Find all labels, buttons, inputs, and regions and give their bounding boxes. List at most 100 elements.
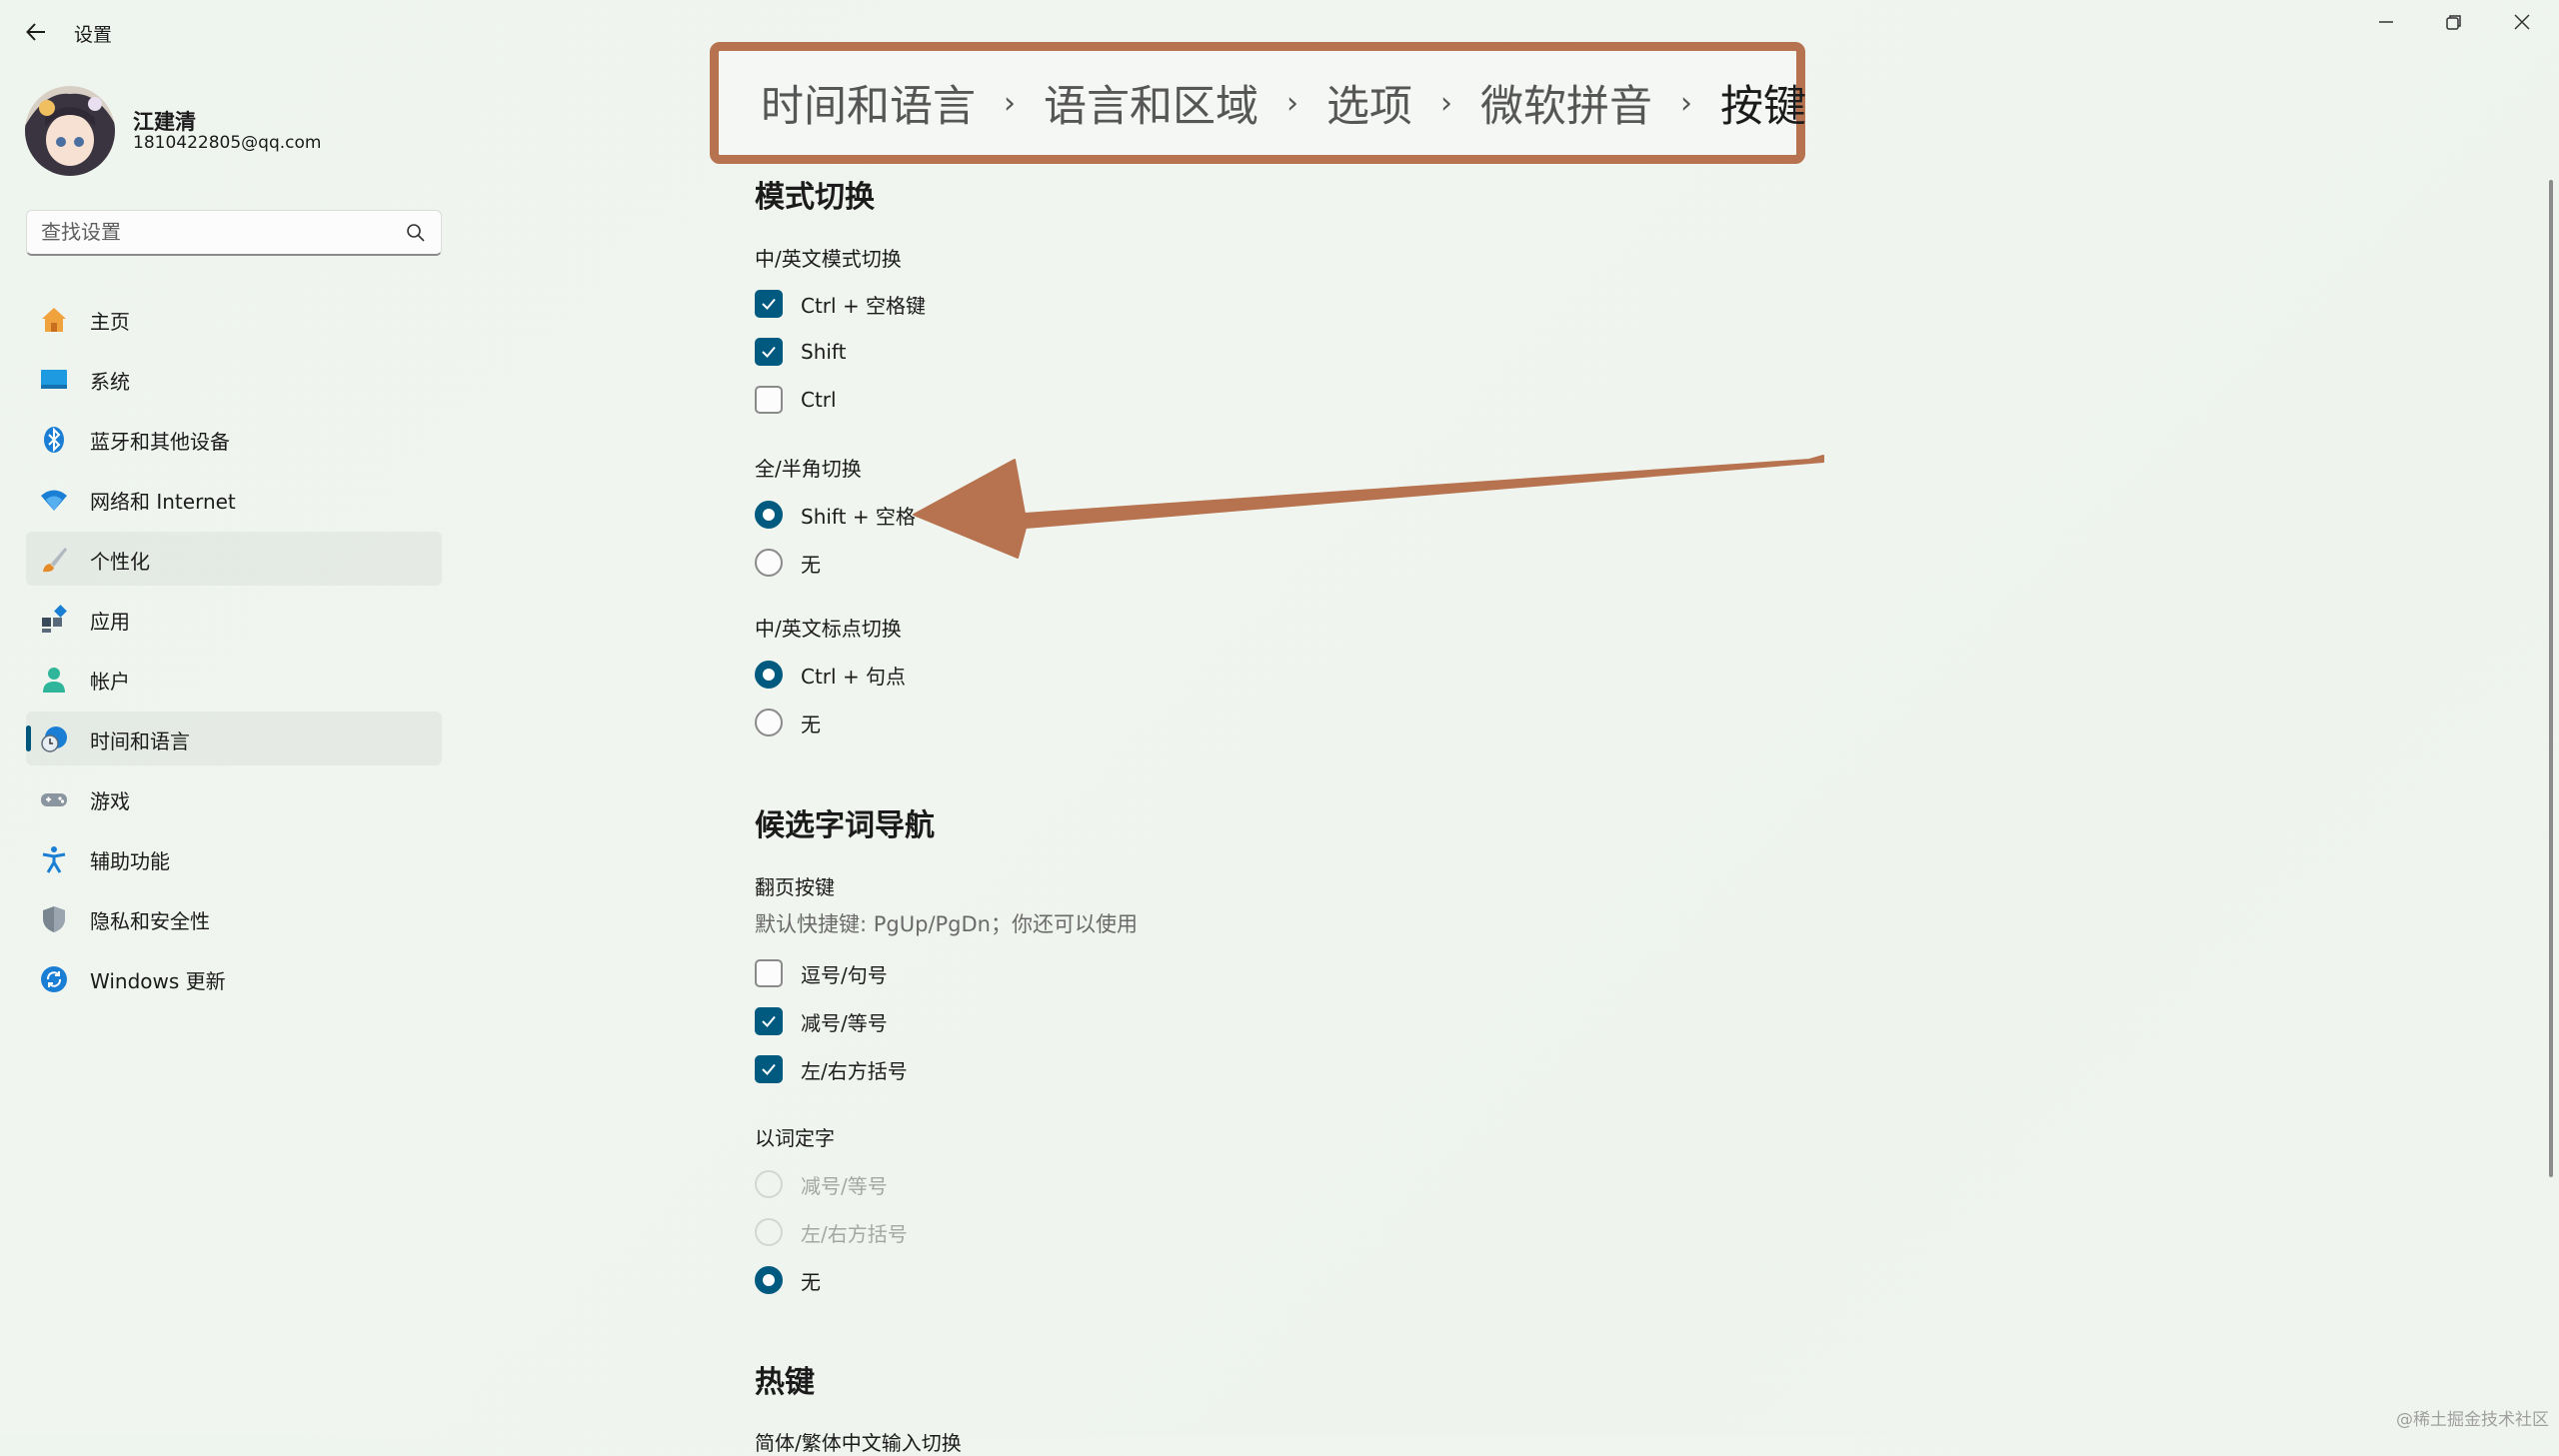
system-icon [38, 364, 70, 396]
sidebar-item-label: 系统 [90, 370, 130, 394]
sidebar-item-label: 辅助功能 [90, 849, 170, 873]
radio-ctrl-period[interactable]: Ctrl + 句点 [755, 659, 906, 691]
breadcrumb-item[interactable]: 时间和语言 [761, 72, 976, 134]
radio-selected[interactable] [755, 501, 783, 529]
sidebar-item-bluetooth[interactable]: 蓝牙和其他设备 [26, 412, 442, 466]
option-label: Shift [801, 340, 847, 364]
checkbox-checked[interactable] [755, 1055, 783, 1083]
app-title: 设置 [74, 24, 113, 46]
option-label: 减号/等号 [801, 1173, 888, 1198]
option-label: Ctrl + 空格键 [801, 293, 927, 318]
checkbox-ctrl[interactable]: Ctrl [755, 384, 837, 416]
sidebar-item-network[interactable]: 网络和 Internet [26, 472, 442, 526]
close-button[interactable] [2487, 4, 2557, 40]
shield-icon [38, 903, 70, 935]
sidebar-item-system[interactable]: 系统 [26, 352, 442, 406]
sidebar-item-home[interactable]: 主页 [26, 292, 442, 346]
sidebar-item-label: 应用 [90, 610, 130, 634]
search-box[interactable] [26, 210, 442, 256]
apps-icon [38, 604, 70, 636]
group-label-simplified-traditional: 简体/繁体中文输入切换 [755, 1431, 962, 1455]
group-label-page-keys: 翻页按键 [755, 875, 835, 899]
time-language-icon [38, 724, 70, 755]
checkbox-minus-equal[interactable]: 减号/等号 [755, 1005, 888, 1037]
radio-brackets-disabled: 左/右方括号 [755, 1216, 908, 1248]
checkbox-comma-period[interactable]: 逗号/句号 [755, 957, 888, 989]
radio-unselected[interactable] [755, 549, 783, 577]
group-label-cn-en-mode: 中/英文模式切换 [755, 247, 902, 271]
check-icon [762, 1015, 776, 1027]
minimize-button[interactable] [2351, 4, 2421, 40]
checkbox-checked[interactable] [755, 338, 783, 366]
sidebar-item-label: 隐私和安全性 [90, 909, 210, 933]
sidebar-item-windows-update[interactable]: Windows 更新 [26, 951, 442, 1005]
breadcrumb-item[interactable]: 微软拼音 [1480, 72, 1652, 134]
account-icon [38, 664, 70, 696]
update-icon [38, 963, 70, 995]
check-icon [762, 1063, 776, 1075]
sidebar-item-label: 蓝牙和其他设备 [90, 430, 230, 454]
checkbox-shift[interactable]: Shift [755, 336, 846, 368]
radio-selected[interactable] [755, 661, 783, 689]
radio-none-word-to-char[interactable]: 无 [755, 1264, 821, 1296]
avatar-image [25, 86, 115, 176]
checkbox-checked[interactable] [755, 290, 783, 318]
restore-button[interactable] [2419, 4, 2489, 40]
checkbox-checked[interactable] [755, 1007, 783, 1035]
option-label: Ctrl [801, 388, 837, 412]
breadcrumb-separator: › [1680, 85, 1692, 121]
sidebar-item-apps[interactable]: 应用 [26, 592, 442, 646]
section-title-hotkeys: 热键 [755, 1365, 815, 1400]
checkbox-brackets[interactable]: 左/右方括号 [755, 1053, 908, 1085]
checkbox-unchecked[interactable] [755, 959, 783, 987]
breadcrumb-highlight-box: 时间和语言 › 语言和区域 › 选项 › 微软拼音 › 按键 [710, 42, 1806, 164]
check-icon [762, 298, 776, 310]
sidebar-item-time-language[interactable]: 时间和语言 [26, 712, 442, 765]
option-label: 左/右方括号 [801, 1221, 908, 1246]
scrollbar-thumb[interactable] [2549, 180, 2553, 1177]
radio-none-full-half[interactable]: 无 [755, 547, 821, 579]
user-name: 江建清 [133, 110, 196, 134]
accessibility-icon [38, 843, 70, 875]
breadcrumb-separator: › [1440, 85, 1452, 121]
breadcrumb-item[interactable]: 语言和区域 [1044, 72, 1259, 134]
sidebar-item-accounts[interactable]: 帐户 [26, 652, 442, 706]
section-title-mode-switch: 模式切换 [755, 180, 875, 215]
radio-shift-space[interactable]: Shift + 空格 [755, 499, 916, 531]
radio-disabled [755, 1218, 783, 1246]
sidebar-item-label: 游戏 [90, 789, 130, 813]
sidebar-item-privacy[interactable]: 隐私和安全性 [26, 891, 442, 945]
breadcrumb-item[interactable]: 选项 [1326, 72, 1412, 134]
checkbox-ctrl-space[interactable]: Ctrl + 空格键 [755, 288, 926, 320]
option-label: 逗号/句号 [801, 962, 888, 987]
search-input[interactable] [41, 220, 381, 244]
sidebar-item-gaming[interactable]: 游戏 [26, 771, 442, 825]
page-keys-description: 默认快捷键: PgUp/PgDn；你还可以使用 [755, 912, 1138, 936]
brush-icon [38, 544, 70, 576]
group-label-full-half: 全/半角切换 [755, 457, 862, 481]
breadcrumb-separator: › [1004, 85, 1016, 121]
sidebar-item-label: 网络和 Internet [90, 490, 236, 514]
option-label: 减号/等号 [801, 1010, 888, 1035]
home-icon [38, 304, 70, 336]
option-label: 无 [801, 552, 821, 577]
checkbox-unchecked[interactable] [755, 386, 783, 414]
radio-minus-equal-disabled: 减号/等号 [755, 1168, 888, 1200]
option-label: Shift + 空格 [801, 504, 916, 529]
gamepad-icon [38, 783, 70, 815]
back-arrow-icon [26, 23, 45, 41]
radio-unselected[interactable] [755, 709, 783, 736]
sidebar-item-accessibility[interactable]: 辅助功能 [26, 831, 442, 885]
search-icon[interactable] [405, 222, 427, 244]
option-label: 无 [801, 712, 821, 736]
back-button[interactable] [22, 18, 50, 46]
radio-selected[interactable] [755, 1266, 783, 1294]
avatar[interactable] [25, 86, 115, 176]
option-label: 无 [801, 1269, 821, 1294]
sidebar-item-personalization[interactable]: 个性化 [26, 532, 442, 586]
sidebar-item-label: 主页 [90, 310, 130, 334]
wifi-icon [38, 484, 70, 516]
group-label-punct: 中/英文标点切换 [755, 617, 902, 641]
group-label-word-to-char: 以词定字 [755, 1126, 835, 1150]
radio-none-punct[interactable]: 无 [755, 707, 821, 738]
